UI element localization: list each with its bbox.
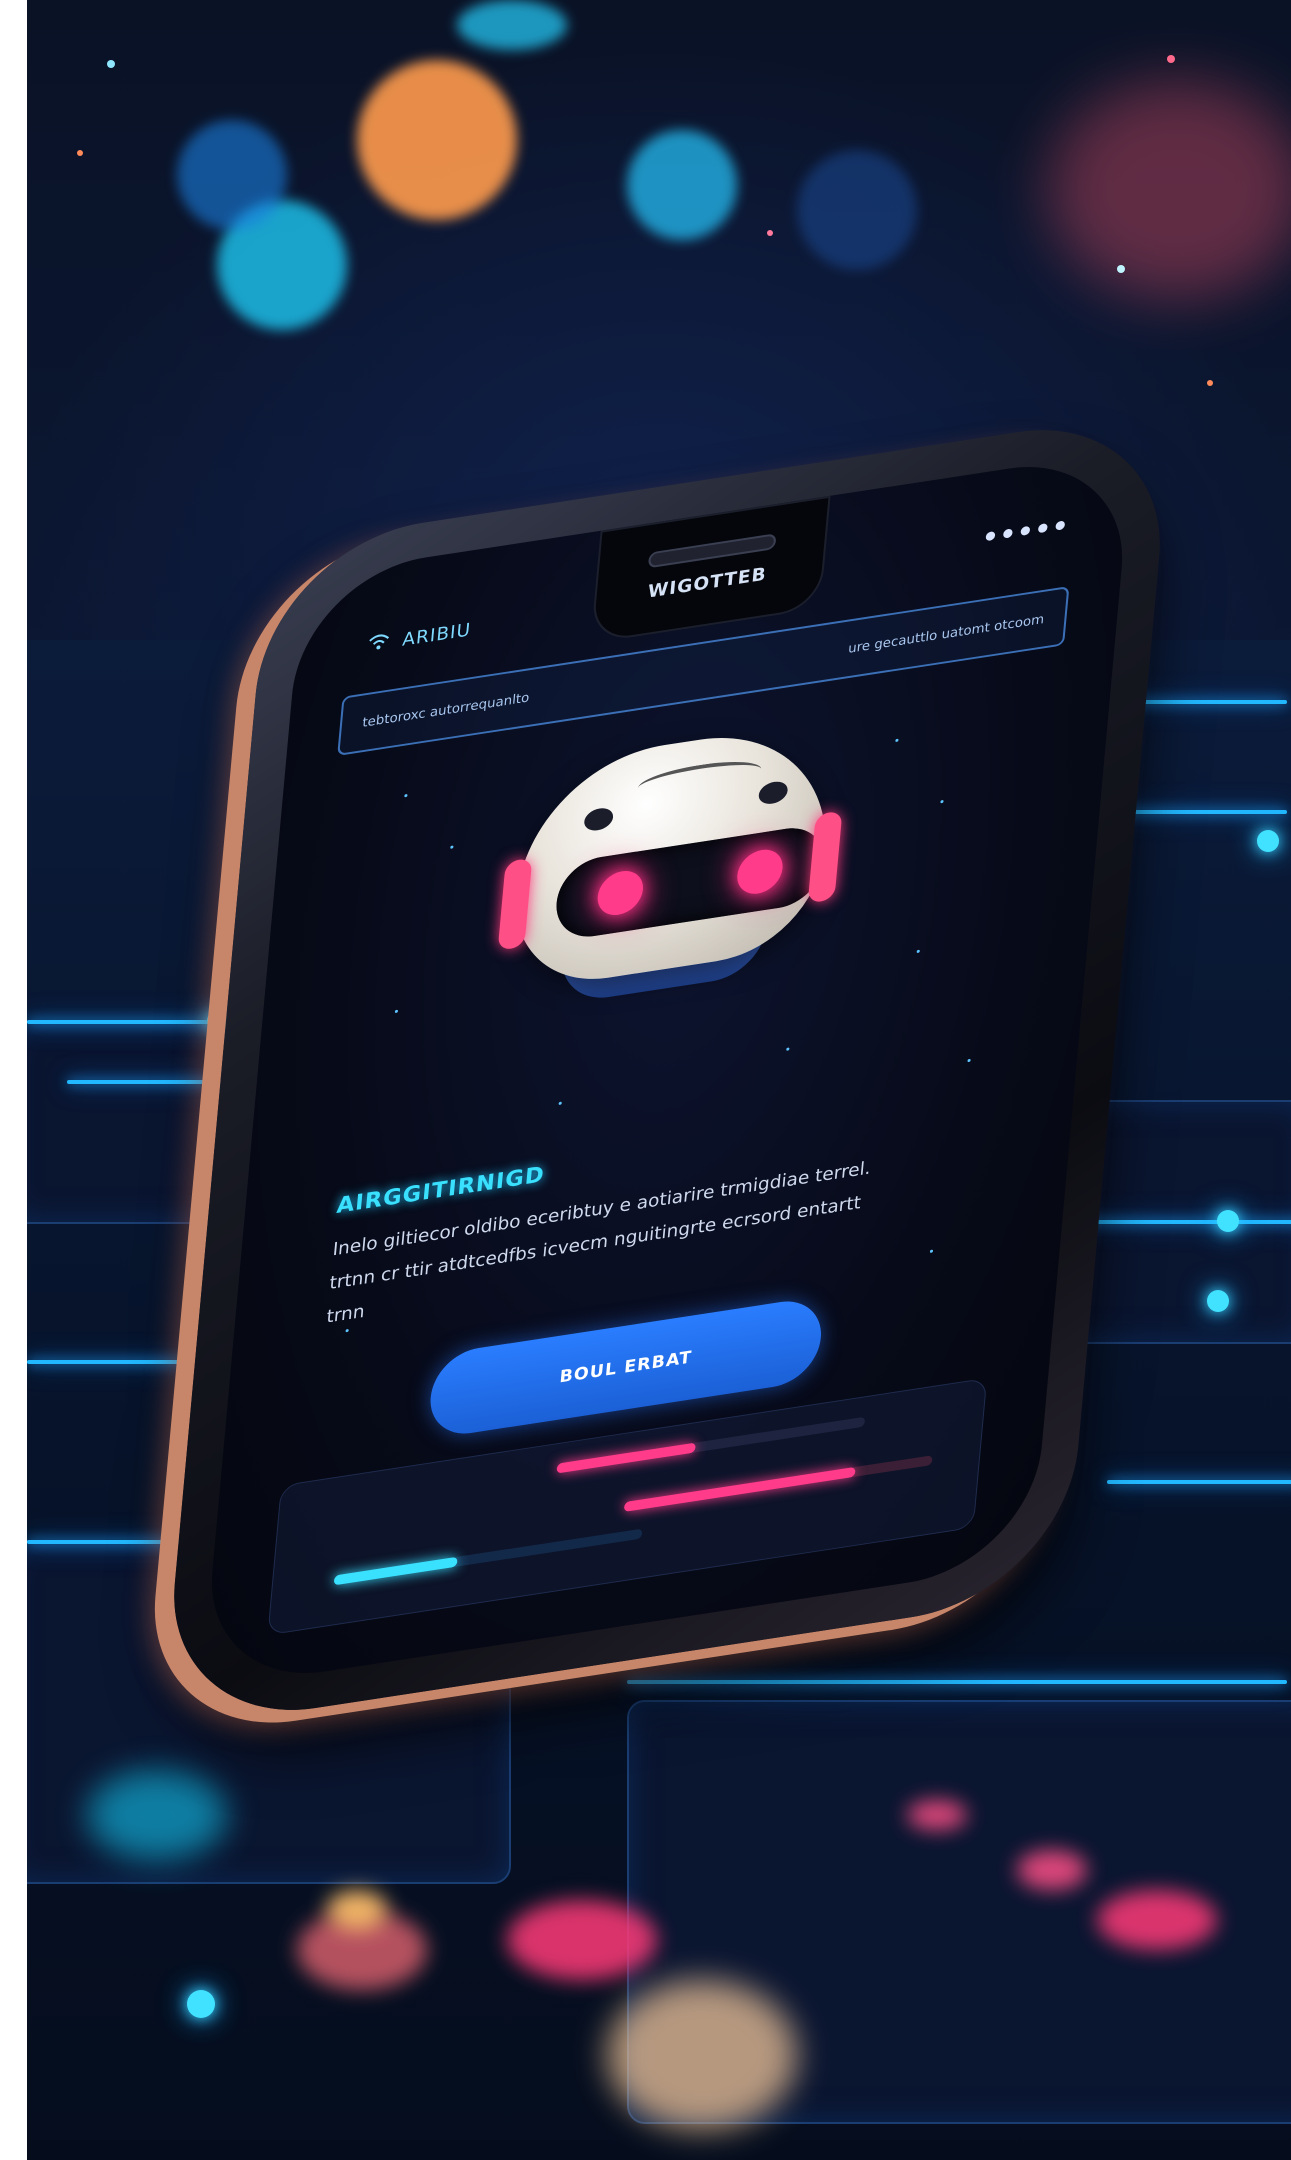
info-bar-right-text: ure gecauttlo uatomt otcoom [847, 611, 1045, 657]
pink-led [507, 1900, 657, 1980]
circuit-trace [1077, 1220, 1291, 1224]
star [558, 1101, 562, 1106]
sparkle [77, 150, 83, 156]
background-scene: ARIBIU WIGOTTEB tebtoroxc autorrequanlto… [27, 0, 1291, 2160]
star [929, 1249, 934, 1254]
section-body: Inelo giltiecor oldibo eceribtuy e aotia… [325, 1157, 872, 1328]
pink-led [1097, 1890, 1217, 1950]
pink-led [1017, 1850, 1087, 1890]
star [967, 1058, 971, 1063]
cyan-bokeh [87, 1770, 227, 1860]
circuit-node [1217, 1210, 1239, 1232]
circuit-node [1207, 1290, 1229, 1312]
bokeh-cyan [627, 130, 737, 240]
sparkle [107, 60, 115, 68]
robot-eye [735, 846, 785, 897]
bokeh-pink [1047, 80, 1291, 300]
signal-dots-icon [985, 520, 1066, 542]
pink-progress-bar-bottom [623, 1455, 933, 1512]
helmet-line [636, 755, 763, 802]
circuit-node [1257, 830, 1279, 852]
bokeh-orange [357, 60, 517, 220]
helmet-dot [757, 779, 789, 806]
pink-progress-fill [623, 1466, 856, 1512]
sparkle [767, 230, 773, 236]
sparkle [1167, 55, 1175, 63]
status-bar-left: ARIBIU [366, 619, 472, 658]
bokeh-blue [177, 120, 287, 230]
wifi-icon [366, 631, 391, 657]
star [940, 799, 944, 804]
robot-head-icon [483, 716, 857, 1046]
bokeh-blue [797, 150, 917, 270]
cyan-progress-bar [333, 1528, 643, 1586]
bokeh-cyan [457, 0, 567, 50]
sparkle [1207, 380, 1213, 386]
star [786, 1047, 790, 1051]
star [895, 738, 899, 743]
star [404, 793, 408, 798]
robot-eye [595, 867, 645, 919]
star [916, 949, 920, 954]
cyan-progress-fill [333, 1556, 458, 1586]
robot-helmet [507, 718, 837, 993]
smartphone: ARIBIU WIGOTTEB tebtoroxc autorrequanlto… [161, 408, 1173, 1732]
star [394, 1009, 399, 1014]
phone-screen: ARIBIU WIGOTTEB tebtoroxc autorrequanlto… [201, 449, 1133, 1691]
circuit-trace [1107, 1480, 1291, 1484]
star [450, 845, 454, 849]
helmet-dot [583, 806, 615, 833]
sparkle [1117, 265, 1125, 273]
circuit-trace [27, 1360, 187, 1364]
pink-led [907, 1800, 967, 1830]
pink-progress-fill [556, 1442, 696, 1474]
status-label: ARIBIU [401, 619, 473, 651]
peach-bokeh [607, 1980, 797, 2130]
pink-progress-bar-top [556, 1416, 866, 1474]
info-bar-left-text: tebtoroxc autorrequanlto [361, 690, 530, 731]
orange-led [327, 1890, 387, 1930]
circuit-node [187, 1990, 215, 2018]
circuit-trace [627, 1680, 1287, 1684]
robot-visor [553, 822, 828, 943]
